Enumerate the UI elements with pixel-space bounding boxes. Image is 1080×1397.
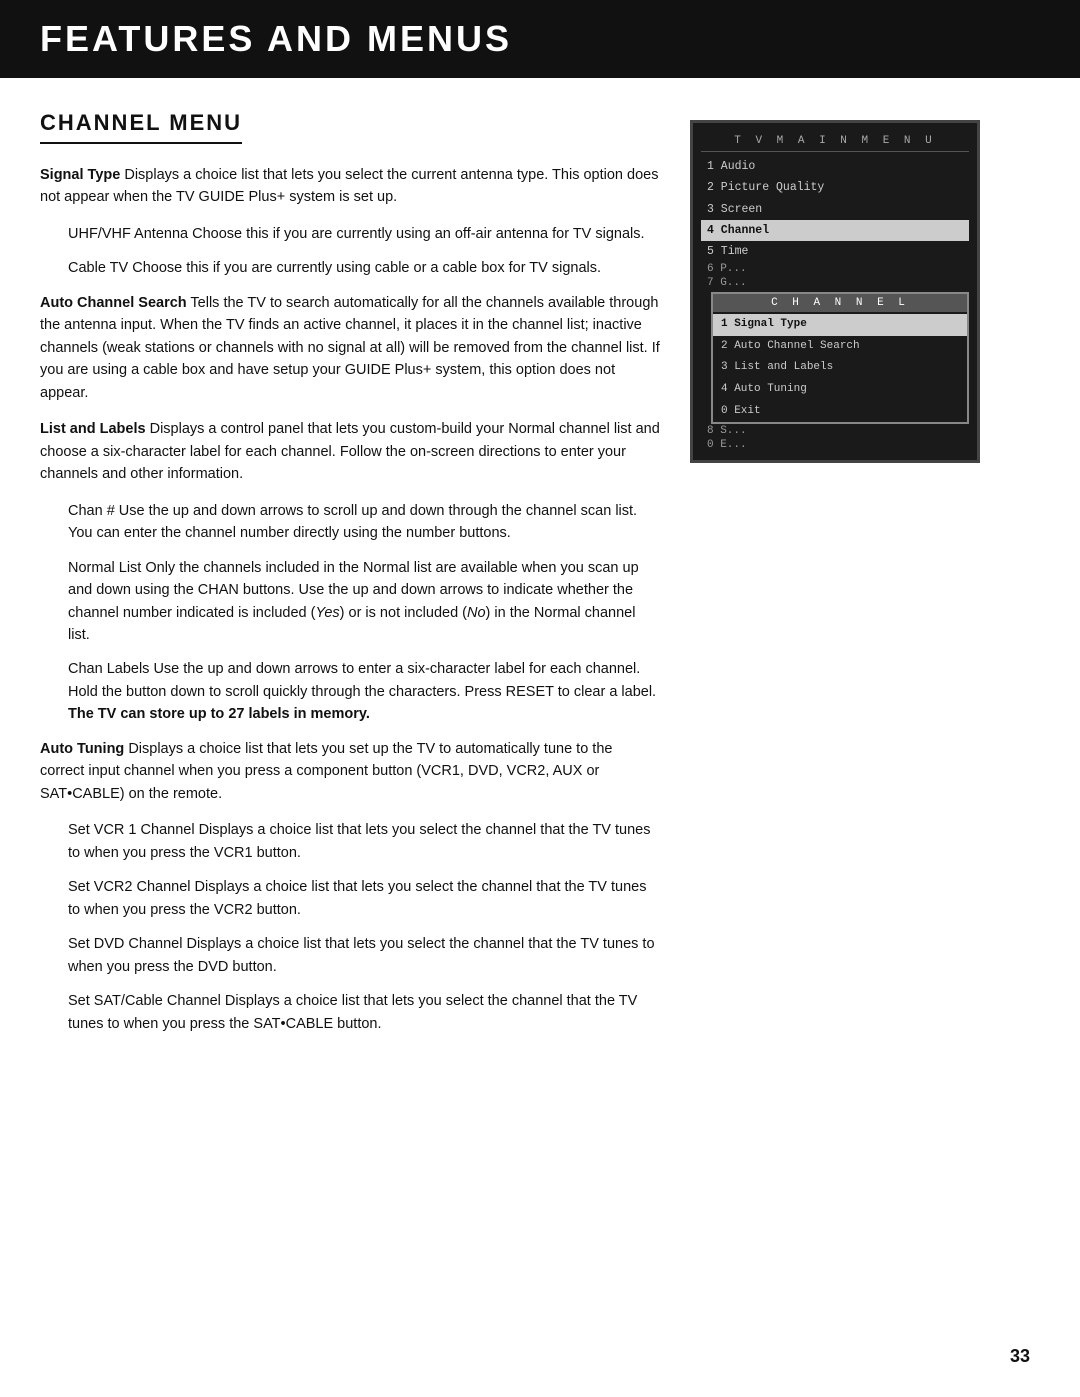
text-chan-hash: Use the up and down arrows to scroll up … — [68, 503, 637, 541]
text-uhf: Choose this if you are currently using a… — [192, 226, 644, 242]
term-auto-tuning: Auto Tuning — [40, 741, 124, 757]
term-list-labels: List and Labels — [40, 421, 146, 437]
indent-vcr2: Set VCR2 Channel Displays a choice list … — [68, 876, 660, 921]
tv-menu-screen: 3 Screen — [701, 199, 969, 220]
tv-menu-picture: 2 Picture Quality — [701, 177, 969, 198]
indent-chan-hash: Chan # Use the up and down arrows to scr… — [68, 500, 660, 545]
text-auto-tuning: Displays a choice list that lets you set… — [40, 741, 612, 802]
indent-sat: Set SAT/Cable Channel Displays a choice … — [68, 990, 660, 1035]
indent-vcr1: Set VCR 1 Channel Displays a choice list… — [68, 819, 660, 864]
tv-menu-audio: 1 Audio — [701, 156, 969, 177]
para-list-labels: List and Labels Displays a control panel… — [40, 418, 660, 485]
para-auto-tuning: Auto Tuning Displays a choice list that … — [40, 738, 660, 805]
para-signal-type: Signal Type Displays a choice list that … — [40, 164, 660, 209]
tv-menu-partial-0: 0 E... — [701, 438, 969, 452]
page-number: 33 — [1010, 1346, 1030, 1367]
term-sat: Set SAT/Cable Channel — [68, 993, 221, 1009]
tv-menu-channel-highlighted: 4 Channel — [701, 220, 969, 241]
header-banner: FEATURES AND MENUS — [0, 0, 1080, 78]
indent-cable: Cable TV Choose this if you are currentl… — [68, 257, 660, 279]
left-column: CHANNEL MENU Signal Type Displays a choi… — [40, 110, 660, 1047]
term-uhf: UHF/VHF Antenna — [68, 226, 188, 242]
text-normal-list: Only the channels included in the Normal… — [68, 560, 639, 643]
tv-submenu-exit: 0 Exit — [713, 401, 967, 423]
tv-submenu-list-labels: 3 List and Labels — [713, 357, 967, 379]
tv-menu-partial-8: 8 S... — [701, 424, 969, 438]
content-wrapper: CHANNEL MENU Signal Type Displays a choi… — [0, 110, 1080, 1047]
tv-submenu-auto-tuning: 4 Auto Tuning — [713, 379, 967, 401]
tv-main-menu-title: T V M A I N M E N U — [701, 131, 969, 152]
term-dvd: Set DVD Channel — [68, 936, 182, 952]
tv-channel-submenu: C H A N N E L 1 Signal Type 2 Auto Chann… — [711, 292, 969, 424]
tv-menu-display: T V M A I N M E N U 1 Audio 2 Picture Qu… — [690, 120, 980, 463]
term-auto-channel: Auto Channel Search — [40, 295, 187, 311]
text-chan-labels: Use the up and down arrows to enter a si… — [68, 661, 656, 699]
term-cable: Cable TV — [68, 260, 128, 276]
indent-chan-labels: Chan Labels Use the up and down arrows t… — [68, 658, 660, 725]
text-chan-labels-bold: The TV can store up to 27 labels in memo… — [68, 706, 370, 722]
indent-normal-list: Normal List Only the channels included i… — [68, 557, 660, 647]
tv-menu-time: 5 Time — [701, 241, 969, 262]
term-signal-type: Signal Type — [40, 167, 120, 183]
text-signal-type: Displays a choice list that lets you sel… — [40, 167, 658, 205]
page-title: FEATURES AND MENUS — [40, 18, 1040, 60]
tv-submenu-auto-search: 2 Auto Channel Search — [713, 336, 967, 358]
text-cable: Choose this if you are currently using c… — [132, 260, 601, 276]
indent-uhf: UHF/VHF Antenna Choose this if you are c… — [68, 223, 660, 245]
tv-menu-partial-6: 6 P... — [701, 262, 969, 276]
tv-channel-title: C H A N N E L — [713, 294, 967, 312]
tv-menu-partial-7: 7 G... — [701, 276, 969, 290]
para-auto-channel: Auto Channel Search Tells the TV to sear… — [40, 292, 660, 404]
tv-submenu-signal-type: 1 Signal Type — [713, 314, 967, 336]
term-vcr2: Set VCR2 Channel — [68, 879, 191, 895]
term-normal-list: Normal List — [68, 560, 141, 576]
indent-dvd: Set DVD Channel Displays a choice list t… — [68, 933, 660, 978]
term-chan-hash: Chan # — [68, 503, 115, 519]
term-vcr1: Set VCR 1 Channel — [68, 822, 195, 838]
term-chan-labels: Chan Labels — [68, 661, 149, 677]
right-column: T V M A I N M E N U 1 Audio 2 Picture Qu… — [690, 110, 980, 1047]
section-title: CHANNEL MENU — [40, 110, 242, 144]
